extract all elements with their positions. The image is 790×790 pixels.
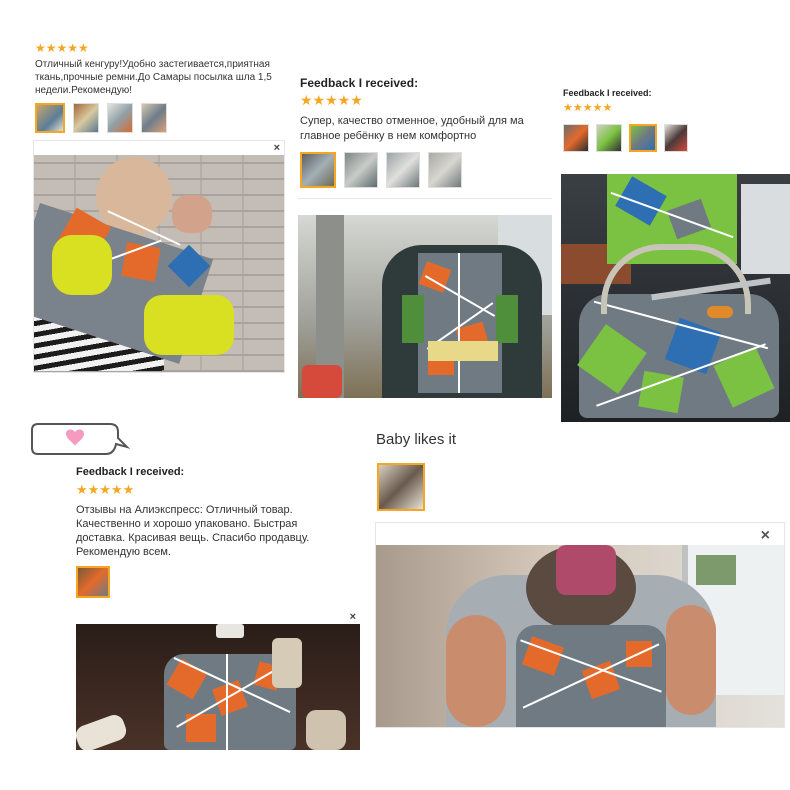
review-thumbnail[interactable]: [344, 152, 378, 188]
speech-bubble-shape: [31, 423, 131, 455]
feedback-heading: Feedback I received:: [563, 88, 652, 98]
review-card-2: Feedback I received: ★★★★★ Супер, качест…: [298, 72, 552, 398]
thumbnail-strip: [377, 463, 425, 511]
review-photo: [561, 174, 790, 422]
review-card-3: Feedback I received: ★★★★★: [561, 86, 790, 422]
review-thumbnail[interactable]: [35, 103, 65, 133]
rating-stars: ★★★★★: [35, 41, 89, 55]
speech-bubble-icon: [30, 420, 131, 464]
close-icon[interactable]: ×: [350, 611, 356, 623]
review-thumbnail[interactable]: [377, 463, 425, 511]
close-icon[interactable]: ×: [761, 527, 770, 545]
rating-stars: ★★★★★: [76, 482, 135, 497]
thumbnail-strip: [300, 152, 462, 188]
review-heading: Baby likes it: [376, 431, 457, 448]
review-thumbnail[interactable]: [386, 152, 420, 188]
photo-viewer: [561, 162, 790, 422]
review-thumbnail[interactable]: [428, 152, 462, 188]
review-card-5: Baby likes it ×: [375, 428, 785, 728]
close-icon[interactable]: ×: [274, 142, 280, 154]
review-thumbnail[interactable]: [300, 152, 336, 188]
review-photo: [298, 215, 552, 398]
review-thumbnail[interactable]: [107, 103, 133, 133]
review-photo: [376, 545, 784, 727]
review-text: Супер, качество отменное, удобный для ма…: [300, 115, 524, 142]
photo-viewer: ×: [76, 610, 360, 750]
review-text: Отличный кенгуру!Удобно застегивается,пр…: [35, 59, 272, 96]
review-thumbnail[interactable]: [629, 124, 657, 152]
thumbnail-strip: [563, 124, 688, 152]
photo-viewer: ×: [33, 140, 285, 373]
rating-stars: ★★★★★: [300, 92, 363, 108]
review-thumbnail[interactable]: [563, 124, 589, 152]
review-photo: [34, 155, 284, 372]
review-card-4: Feedback I received: ★★★★★ Отзывы на Али…: [74, 466, 360, 750]
review-thumbnail[interactable]: [664, 124, 688, 152]
review-thumbnail[interactable]: [141, 103, 167, 133]
review-text: Отзывы на Алиэкспресс: Отличный товар. К…: [76, 504, 310, 558]
review-card-1: ★★★★★ Отличный кенгуру!Удобно застегивае…: [33, 36, 285, 373]
review-photo: [76, 624, 360, 750]
review-thumbnail[interactable]: [73, 103, 99, 133]
photo-viewer: [298, 198, 552, 398]
feedback-heading: Feedback I received:: [300, 76, 419, 90]
photo-viewer: ×: [375, 522, 785, 728]
thumbnail-strip: [76, 566, 110, 598]
review-thumbnail[interactable]: [76, 566, 110, 598]
feedback-heading: Feedback I received:: [76, 466, 185, 478]
rating-stars: ★★★★★: [563, 102, 613, 114]
review-thumbnail[interactable]: [596, 124, 622, 152]
thumbnail-strip: [35, 103, 167, 133]
